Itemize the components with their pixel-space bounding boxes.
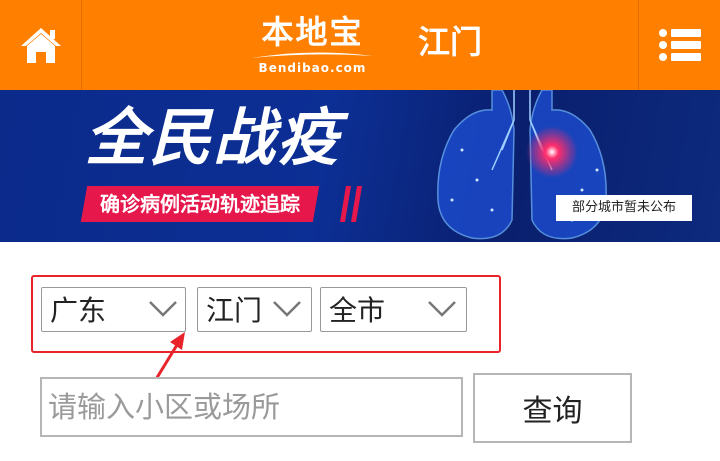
home-button[interactable] [0, 0, 82, 90]
district-value: 全市 [329, 294, 386, 327]
banner-subtitle-ribbon: 确诊病例活动轨迹追踪 [80, 186, 320, 222]
city-value: 江门 [206, 294, 263, 327]
menu-button[interactable] [638, 0, 720, 90]
search-field[interactable] [40, 377, 463, 437]
banner-title: 全民战疫 [85, 101, 342, 174]
search-button[interactable]: 查询 [473, 373, 632, 443]
search-input[interactable] [42, 379, 461, 435]
chevron-down-icon [149, 301, 177, 317]
logo-swoosh [252, 52, 373, 58]
home-icon [20, 28, 61, 63]
site-logo[interactable]: 本地宝 Bendibao.com [240, 14, 385, 78]
province-select[interactable]: 广东 [41, 287, 186, 332]
menu-icon [658, 29, 701, 61]
current-city-title[interactable]: 江门 [418, 22, 482, 62]
epidemic-banner[interactable]: 全民战疫 确诊病例活动轨迹追踪 部分城市暂未公布 [0, 90, 720, 242]
chevron-down-icon [428, 301, 456, 317]
city-select[interactable]: 江门 [197, 287, 312, 332]
chevron-down-icon [273, 301, 301, 317]
ribbon-stripes [340, 186, 362, 222]
banner-subtitle: 确诊病例活动轨迹追踪 [100, 192, 300, 216]
province-value: 广东 [50, 294, 107, 327]
banner-note: 部分城市暂未公布 [556, 195, 692, 221]
top-header: 本地宝 Bendibao.com 江门 [0, 0, 720, 90]
logo-subtext: Bendibao.com [258, 61, 367, 75]
district-select[interactable]: 全市 [320, 287, 467, 332]
logo-text: 本地宝 [261, 13, 364, 51]
